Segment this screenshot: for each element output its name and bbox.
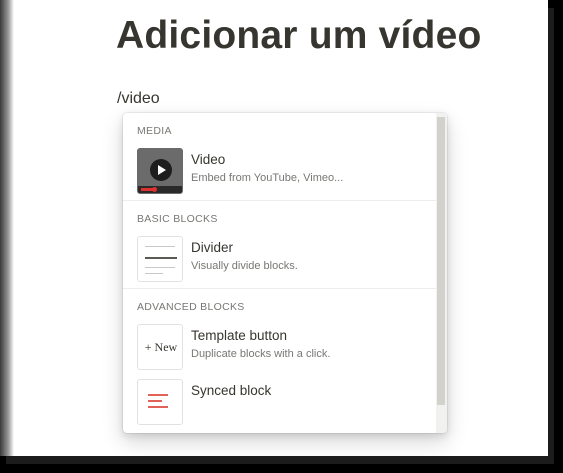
menu-scroll-area: MEDIA Video Embed from YouTube, Vimeo...… (123, 113, 436, 433)
page-title[interactable]: Adicionar um vídeo (116, 14, 482, 58)
synced-block-icon (137, 379, 183, 425)
menu-item-description: Embed from YouTube, Vimeo... (191, 172, 344, 184)
play-icon (150, 159, 172, 181)
slash-command-menu: MEDIA Video Embed from YouTube, Vimeo...… (123, 113, 447, 433)
template-button-icon: + New (137, 324, 183, 370)
video-thumbnail-icon (137, 148, 183, 194)
menu-item-title: Divider (191, 240, 234, 255)
menu-item-template-button[interactable]: + New Template button Duplicate blocks w… (127, 321, 432, 371)
menu-item-title: Video (191, 152, 226, 167)
section-header-advanced-blocks: ADVANCED BLOCKS (137, 301, 245, 313)
template-button-icon-label: + New (144, 340, 178, 354)
section-header-media: MEDIA (137, 125, 172, 137)
menu-item-synced-block[interactable]: Synced block (127, 376, 432, 426)
menu-item-description: Visually divide blocks. (191, 260, 298, 272)
menu-item-divider[interactable]: Divider Visually divide blocks. (127, 233, 432, 283)
menu-item-title: Template button (191, 328, 288, 343)
slash-command-text[interactable]: /video (117, 90, 160, 108)
menu-item-title: Synced block (191, 383, 272, 398)
menu-scrollbar-thumb[interactable] (437, 117, 445, 405)
section-header-basic-blocks: BASIC BLOCKS (137, 213, 218, 225)
menu-item-video[interactable]: Video Embed from YouTube, Vimeo... (127, 145, 432, 195)
page-edge-shadow (0, 0, 14, 456)
divider-icon (137, 236, 183, 282)
menu-item-description: Duplicate blocks with a click. (191, 348, 331, 360)
page-canvas: Adicionar um vídeo /video MEDIA Video Em… (0, 0, 548, 456)
